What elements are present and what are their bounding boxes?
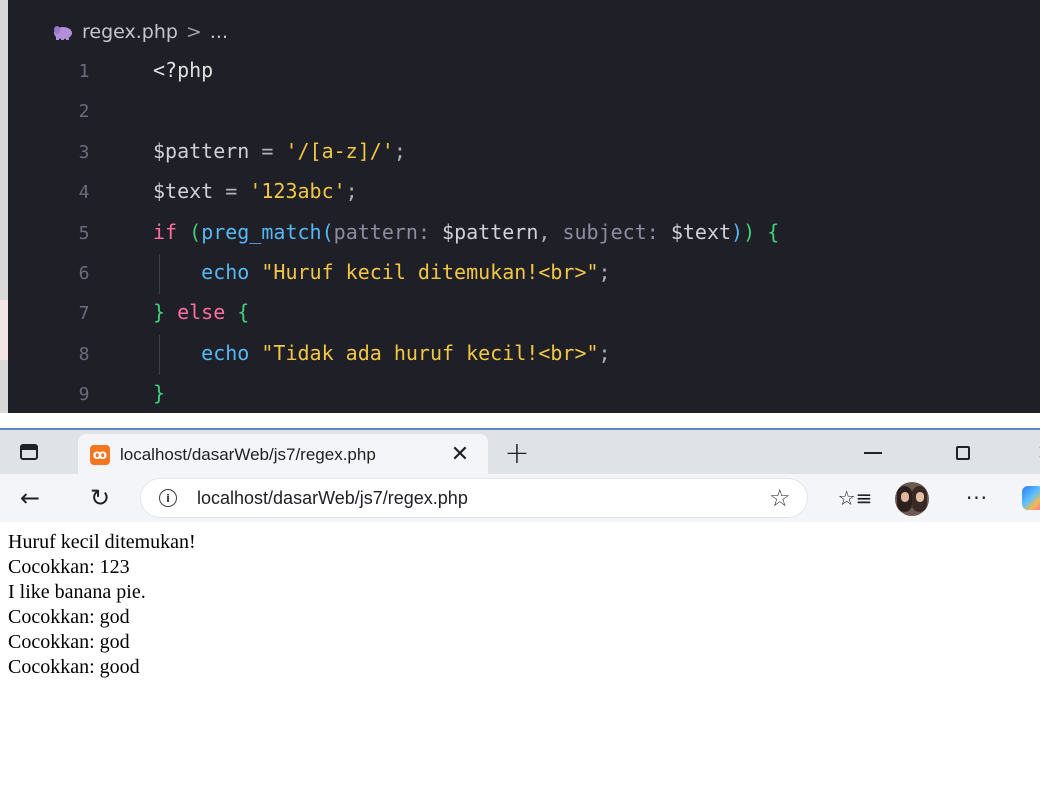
code-token: } xyxy=(153,300,178,325)
page-content: Huruf kecil ditemukan! Cocokkan: 123 I lik… xyxy=(0,522,1040,801)
copilot-icon[interactable] xyxy=(1022,486,1040,510)
code-token: ; xyxy=(598,260,611,284)
reload-button[interactable]: ↻ xyxy=(84,482,116,514)
code-token: $text xyxy=(153,179,214,204)
code-token: echo xyxy=(153,260,262,284)
code-token: ; xyxy=(598,340,611,365)
line-number: 3 xyxy=(78,141,90,163)
php-elephant-icon xyxy=(52,23,74,41)
profile-avatar[interactable] xyxy=(895,482,929,516)
output-line: Cocokkan: good xyxy=(8,656,140,678)
tab-title: localhost/dasarWeb/js7/regex.php xyxy=(120,445,376,464)
code-token: ; xyxy=(393,138,406,163)
code-line[interactable]: $pattern = '/[a-z]/'; xyxy=(153,139,406,163)
site-info-icon[interactable]: i xyxy=(159,489,177,507)
output-line: I like banana pie. xyxy=(8,581,146,603)
output-line: Cocokkan: 123 xyxy=(8,556,130,578)
window-edge xyxy=(0,0,8,413)
code-token: pattern: xyxy=(333,219,443,244)
line-number: 9 xyxy=(78,384,90,406)
line-number: 7 xyxy=(78,303,90,325)
code-line[interactable]: <?php xyxy=(153,58,213,82)
code-token: preg_match xyxy=(201,219,322,244)
code-token: "Huruf kecil ditemukan!<br>" xyxy=(261,260,599,284)
code-token: '/[a-z]/' xyxy=(285,138,394,163)
code-token: else xyxy=(177,300,226,325)
favorites-icon[interactable]: ☆≡ xyxy=(838,484,873,512)
breadcrumb-file[interactable]: regex.php xyxy=(82,21,178,43)
code-token: ; xyxy=(345,179,358,204)
back-button[interactable]: ← xyxy=(14,482,46,514)
code-token: ) xyxy=(731,219,744,244)
code-line[interactable]: echo "Tidak ada huruf kecil!<br>"; xyxy=(153,340,611,365)
code-token: if xyxy=(153,219,178,244)
code-line[interactable]: } xyxy=(153,381,165,405)
url-text[interactable]: localhost/dasarWeb/js7/regex.php xyxy=(197,488,468,509)
line-number: 5 xyxy=(78,222,90,244)
code-token: ) xyxy=(743,219,768,244)
close-window-button[interactable]: ✕ xyxy=(1028,438,1040,468)
output-line: Huruf kecil ditemukan! xyxy=(8,531,196,553)
line-number: 4 xyxy=(78,182,90,204)
minimize-button[interactable] xyxy=(855,438,891,468)
maximize-button[interactable] xyxy=(945,438,981,468)
tab-close-icon[interactable]: ✕ xyxy=(446,440,474,468)
code-token: <?php xyxy=(153,58,214,82)
code-line[interactable]: if (preg_match(pattern: $pattern, subjec… xyxy=(153,220,779,244)
code-token: ( xyxy=(321,219,334,244)
tab-actions-icon[interactable] xyxy=(20,444,38,460)
code-token: echo xyxy=(153,340,262,365)
breadcrumb-rest[interactable]: ... xyxy=(210,21,228,43)
code-token: { xyxy=(225,300,250,325)
code-line[interactable]: $text = '123abc'; xyxy=(153,179,358,203)
breadcrumb-separator: > xyxy=(185,21,202,43)
browser-tab[interactable]: ꝏ localhost/dasarWeb/js7/regex.php ✕ xyxy=(78,434,488,476)
code-token: subject: xyxy=(562,219,671,244)
code-token: ( xyxy=(177,219,202,244)
code-token: $pattern xyxy=(442,219,539,244)
code-line[interactable]: } else { xyxy=(153,300,249,324)
new-tab-button[interactable]: + xyxy=(500,436,534,471)
output-line: Cocokkan: god xyxy=(8,606,130,628)
maximize-icon xyxy=(956,446,970,460)
more-options-icon[interactable]: ··· xyxy=(962,486,992,510)
code-line[interactable]: echo "Huruf kecil ditemukan!<br>"; xyxy=(153,260,611,284)
code-token: $pattern xyxy=(153,138,250,163)
tab-bar: ꝏ localhost/dasarWeb/js7/regex.php ✕ + ✕ xyxy=(0,428,1040,476)
browser-toolbar: ← ↻ i localhost/dasarWeb/js7/regex.php ☆… xyxy=(0,474,1040,522)
php-output: Huruf kecil ditemukan! Cocokkan: 123 I lik… xyxy=(8,530,196,680)
breadcrumb[interactable]: regex.php > ... xyxy=(52,20,228,44)
code-token: = xyxy=(213,179,250,204)
browser-window: ꝏ localhost/dasarWeb/js7/regex.php ✕ + ✕… xyxy=(0,428,1040,801)
add-favorite-icon[interactable]: ☆ xyxy=(769,484,791,512)
line-number: 1 xyxy=(78,61,90,82)
indent-guide xyxy=(159,254,160,295)
minimize-icon xyxy=(864,452,882,454)
code-token: { xyxy=(767,219,780,244)
code-token: $text xyxy=(670,219,732,244)
code-token: , xyxy=(538,219,563,244)
line-number: 2 xyxy=(78,101,90,123)
code-token: = xyxy=(249,138,286,163)
editor-panel: regex.php > ... 1 <?php 2 3 $pattern = '/[a-… xyxy=(8,0,1040,413)
code-token: } xyxy=(153,381,166,406)
output-line: Cocokkan: god xyxy=(8,631,130,653)
xampp-favicon-icon: ꝏ xyxy=(90,445,110,465)
code-token: "Tidak ada huruf kecil!<br>" xyxy=(261,340,599,365)
indent-guide xyxy=(159,334,160,376)
address-bar[interactable]: i localhost/dasarWeb/js7/regex.php ☆ xyxy=(140,478,808,518)
line-number: 6 xyxy=(78,263,90,284)
code-token: '123abc' xyxy=(249,179,346,204)
line-number: 8 xyxy=(78,343,90,365)
code-editor: regex.php > ... 1 <?php 2 3 $pattern = '/[a-… xyxy=(0,0,1040,413)
